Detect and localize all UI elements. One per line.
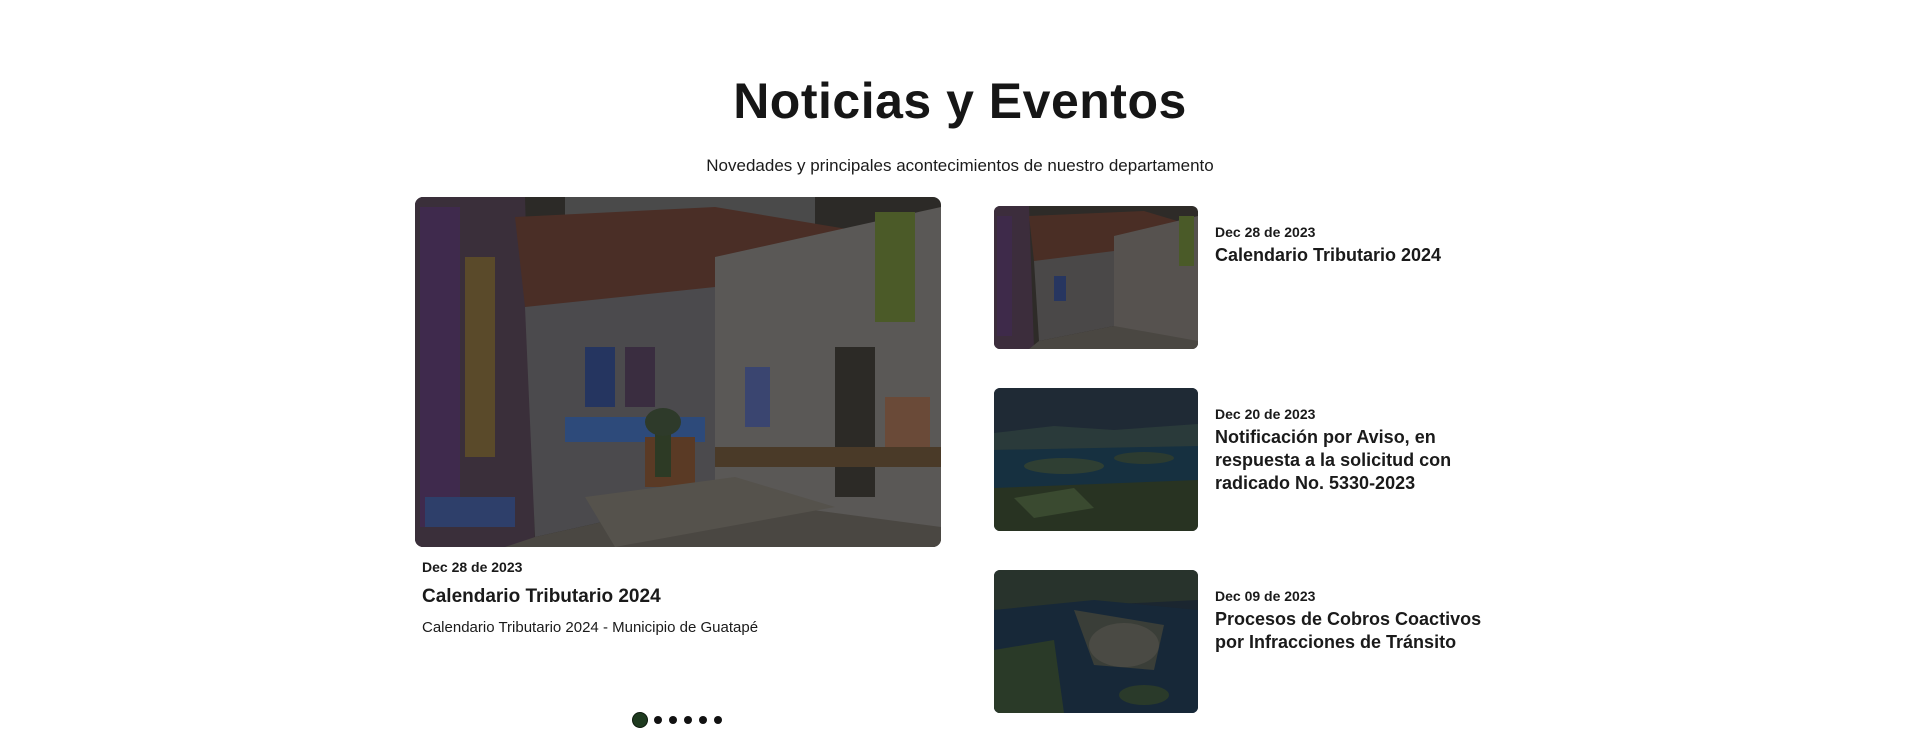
featured-date: Dec 28 de 2023 bbox=[422, 559, 523, 575]
news-title[interactable]: Calendario Tributario 2024 bbox=[1215, 244, 1505, 267]
carousel-dot[interactable] bbox=[633, 713, 647, 727]
carousel-dots bbox=[633, 713, 722, 727]
carousel-dot[interactable] bbox=[714, 716, 722, 724]
carousel-dot[interactable] bbox=[654, 716, 662, 724]
aerial-town-photo bbox=[994, 570, 1198, 713]
carousel-dot[interactable] bbox=[684, 716, 692, 724]
news-title[interactable]: Notificación por Aviso, en respuesta a l… bbox=[1215, 426, 1505, 495]
news-item[interactable]: Dec 20 de 2023 Notificación por Aviso, e… bbox=[994, 388, 1514, 531]
street-photo bbox=[994, 206, 1198, 349]
lake-photo bbox=[994, 388, 1198, 531]
carousel-dot[interactable] bbox=[699, 716, 707, 724]
section-subtitle: Novedades y principales acontecimientos … bbox=[706, 156, 1214, 175]
carousel-dot[interactable] bbox=[669, 716, 677, 724]
news-date: Dec 20 de 2023 bbox=[1215, 406, 1316, 422]
news-title[interactable]: Procesos de Cobros Coactivos por Infracc… bbox=[1215, 608, 1505, 654]
news-thumbnail bbox=[994, 388, 1198, 531]
news-thumbnail bbox=[994, 206, 1198, 349]
section-title: Noticias y Eventos bbox=[733, 73, 1187, 129]
news-item[interactable]: Dec 28 de 2023 Calendario Tributario 202… bbox=[994, 206, 1514, 349]
news-events-section: Noticias y Eventos Novedades y principal… bbox=[0, 0, 1920, 732]
featured-image[interactable] bbox=[415, 197, 941, 547]
news-date: Dec 28 de 2023 bbox=[1215, 224, 1316, 240]
street-photo bbox=[415, 197, 941, 547]
news-thumbnail bbox=[994, 570, 1198, 713]
featured-description: Calendario Tributario 2024 - Municipio d… bbox=[422, 619, 759, 636]
news-item[interactable]: Dec 09 de 2023 Procesos de Cobros Coacti… bbox=[994, 570, 1514, 713]
news-date: Dec 09 de 2023 bbox=[1215, 588, 1316, 604]
featured-title[interactable]: Calendario Tributario 2024 bbox=[422, 586, 661, 608]
